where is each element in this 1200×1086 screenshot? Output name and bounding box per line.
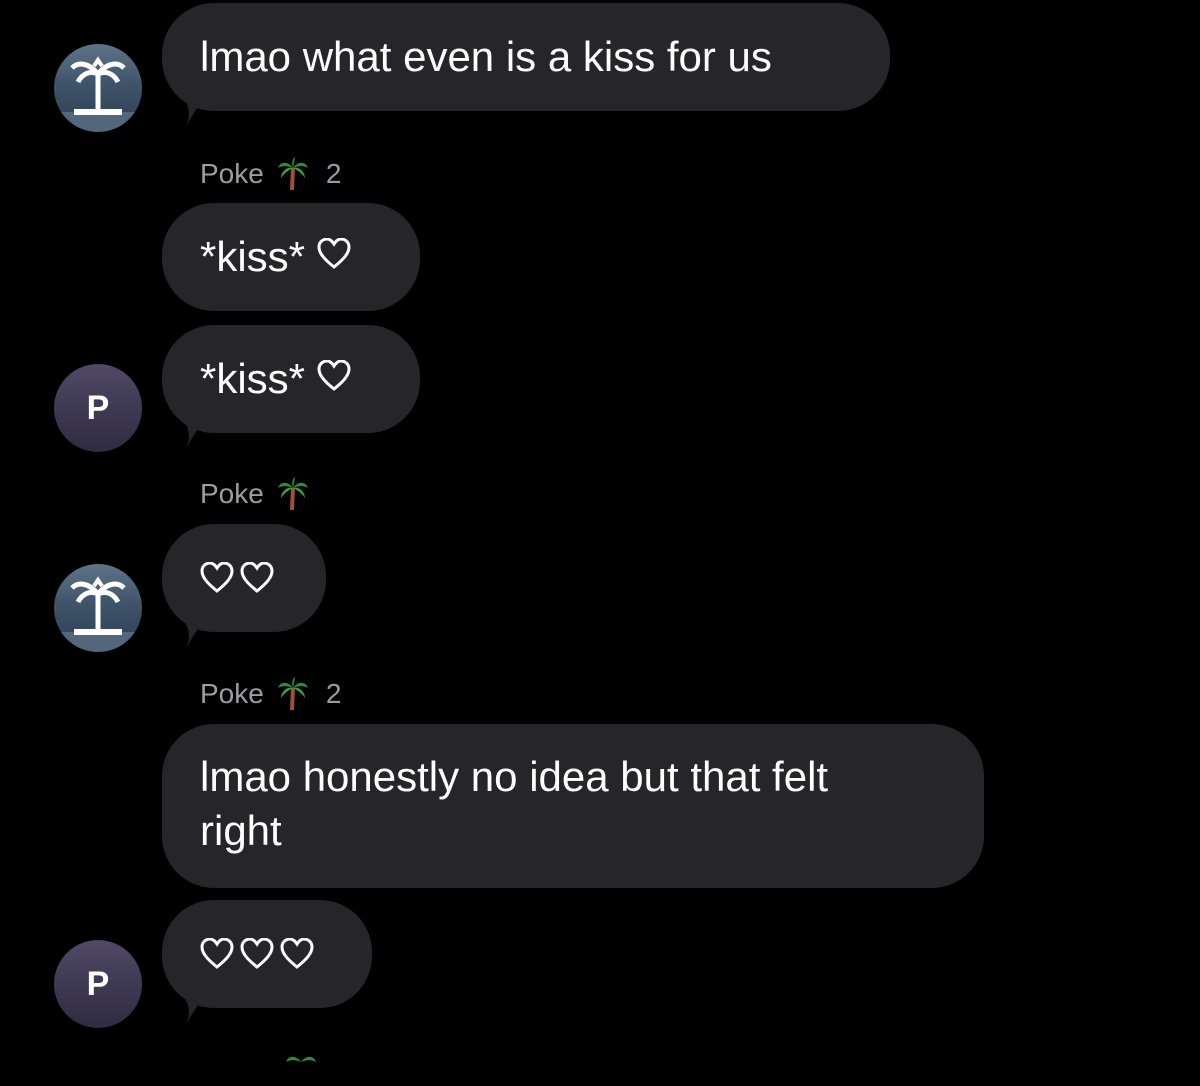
palm-tree-icon <box>277 157 308 191</box>
message-text-line: lmao honestly no idea but that felt <box>200 753 829 800</box>
heart-icon <box>317 360 351 391</box>
heart-emoji-group <box>200 524 288 632</box>
heart-icon <box>200 938 234 969</box>
heart-icon <box>240 562 274 593</box>
heart-icon <box>200 562 234 593</box>
heart-emoji-group <box>200 900 334 1008</box>
message-bubble[interactable]: *kiss* <box>162 203 420 311</box>
heart-icon <box>240 938 274 969</box>
sender-label: Poke 2 <box>200 676 341 712</box>
sender-label-partial <box>200 1050 318 1086</box>
island-palm-icon <box>54 576 142 652</box>
message-text: *kiss* <box>200 233 306 280</box>
message-bubble[interactable]: lmao what even is a kiss for us <box>162 3 890 111</box>
avatar-initial: P <box>86 388 110 427</box>
sender-label: Poke <box>200 476 310 512</box>
message-bubble[interactable] <box>162 524 326 632</box>
palm-tree-icon <box>286 1056 316 1062</box>
avatar-initial: P <box>86 964 110 1003</box>
message-bubble[interactable]: *kiss* <box>162 325 420 433</box>
message-text: *kiss* <box>200 355 306 402</box>
message-text-line: right <box>200 807 282 854</box>
sender-name: Poke <box>200 478 264 509</box>
heart-icon <box>317 238 351 269</box>
heart-icon <box>280 938 314 969</box>
reaction-count: 2 <box>325 678 342 709</box>
palm-tree-icon <box>277 677 308 711</box>
sender-name: Poke <box>200 678 264 709</box>
avatar-letter[interactable]: P <box>54 364 142 452</box>
island-palm-icon <box>54 56 142 132</box>
avatar-island[interactable] <box>54 44 142 132</box>
sender-name: Poke <box>200 158 264 189</box>
avatar-island[interactable] <box>54 564 142 652</box>
message-bubble[interactable] <box>162 900 372 1008</box>
avatar-letter[interactable]: P <box>54 940 142 1028</box>
message-text: lmao what even is a kiss for us <box>200 33 772 80</box>
reaction-count: 2 <box>325 158 342 189</box>
message-bubble[interactable]: lmao honestly no idea but that felt righ… <box>162 724 984 888</box>
palm-tree-icon <box>277 477 308 511</box>
sender-label: Poke 2 <box>200 156 341 192</box>
